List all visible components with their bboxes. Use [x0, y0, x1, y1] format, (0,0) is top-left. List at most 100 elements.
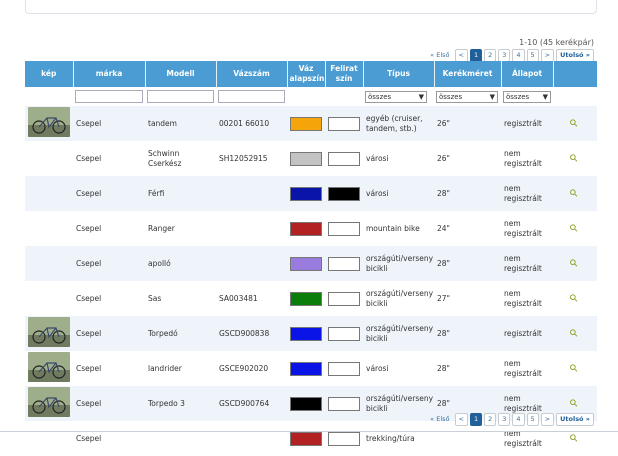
frame-color-cell: [287, 386, 325, 421]
frame-color-cell: [287, 106, 325, 141]
brand-cell: Csepel: [73, 211, 145, 246]
table-row[interactable]: Csepel apolló országúti/verseny bicikli 28"…: [25, 246, 597, 281]
col-header-status[interactable]: Állapot: [501, 61, 554, 87]
type-cell: országúti/verseny bicikli: [363, 281, 434, 316]
magnifier-icon[interactable]: ⚲: [568, 222, 581, 235]
bike-photo-thumbnail[interactable]: [28, 387, 70, 417]
model-filter-input[interactable]: [147, 90, 214, 103]
table-row[interactable]: Csepel Ranger mountain bike 24" nem regisztr…: [25, 211, 597, 246]
model-cell: Sas: [145, 281, 216, 316]
frame-color-swatch: [290, 116, 322, 131]
wheel-filter-select[interactable]: összes ▼: [436, 90, 498, 103]
text-color-swatch: [328, 221, 360, 236]
brand-cell: Csepel: [73, 316, 145, 351]
table-row[interactable]: Csepel trekking/túra nem regisztrált ⚲: [25, 421, 597, 456]
text-color-swatch: [328, 326, 360, 341]
frame-number-cell: GSCD900764: [216, 386, 287, 421]
col-header-brand[interactable]: márka: [73, 61, 146, 87]
type-cell: országúti/verseny bicikli: [363, 386, 434, 421]
magnifier-icon[interactable]: ⚲: [568, 257, 581, 270]
col-header-wheel-size[interactable]: Kerékméret: [434, 61, 502, 87]
wheel-size-cell: 28": [434, 176, 501, 211]
frame-number-cell: [216, 211, 287, 246]
pager-page-3[interactable]: 3: [498, 413, 511, 426]
brand-filter-input[interactable]: [75, 90, 143, 103]
pager-next-button[interactable]: >: [540, 413, 555, 426]
frame-color-swatch: [290, 361, 322, 376]
text-color-cell: [325, 211, 363, 246]
model-cell: Torpedó: [145, 316, 216, 351]
frame-color-cell: [287, 246, 325, 281]
result-count: 1-10 (45 kerékpár): [519, 38, 594, 47]
table-row[interactable]: Csepel Férfi városi 28" nem regisztrált ⚲: [25, 176, 597, 211]
details-cell: ⚲: [553, 106, 597, 141]
frame-number-cell: GSCE902020: [216, 351, 287, 386]
bike-photo-thumbnail[interactable]: [28, 107, 70, 137]
bike-photo-thumbnail[interactable]: [28, 352, 70, 382]
table-row[interactable]: Csepel landrider GSCE902020 városi 28" nem re…: [25, 351, 597, 386]
col-header-image[interactable]: kép: [25, 61, 74, 87]
magnifier-icon[interactable]: ⚲: [568, 362, 581, 375]
text-color-cell: [325, 106, 363, 141]
type-filter-select[interactable]: összes ▼: [365, 90, 427, 103]
wheel-size-cell: 24": [434, 211, 501, 246]
table-header-row: kép márka Modell Vázszám Váz alapszín Fe…: [25, 61, 597, 87]
brand-cell: Csepel: [73, 421, 145, 456]
col-header-text-color[interactable]: Felirat szín: [325, 61, 364, 87]
type-cell: városi: [363, 351, 434, 386]
pager-last-link[interactable]: Utolsó »: [556, 413, 594, 426]
pager-page-1[interactable]: 1: [469, 413, 483, 426]
pager-prev-button[interactable]: <: [454, 413, 468, 426]
status-filter-select[interactable]: összes ▼: [503, 90, 551, 103]
table-row[interactable]: Csepel tandem 00201 66010 egyéb (cruiser, t…: [25, 106, 597, 141]
model-cell: landrider: [145, 351, 216, 386]
type-cell: országúti/verseny bicikli: [363, 316, 434, 351]
details-cell: ⚲: [553, 316, 597, 351]
frame-filter-input[interactable]: [218, 90, 285, 103]
pager-page-2[interactable]: 2: [484, 413, 497, 426]
frame-color-cell: [287, 281, 325, 316]
type-cell: városi: [363, 141, 434, 176]
magnifier-icon[interactable]: ⚲: [568, 152, 581, 165]
pager-first-link[interactable]: « Első: [427, 50, 452, 61]
wheel-size-cell: 28": [434, 316, 501, 351]
pager-page-4[interactable]: 4: [512, 413, 525, 426]
bike-table: kép márka Modell Vázszám Váz alapszín Fe…: [25, 61, 597, 456]
status-cell: nem regisztrált: [501, 211, 553, 246]
bike-image-cell: [25, 106, 73, 141]
table-row[interactable]: Csepel Schwinn Cserkész SH12052915 városi 26…: [25, 141, 597, 176]
text-color-swatch: [328, 431, 360, 446]
magnifier-icon[interactable]: ⚲: [568, 432, 581, 445]
text-color-swatch: [328, 396, 360, 411]
status-cell: nem regisztrált: [501, 351, 553, 386]
bike-photo-thumbnail[interactable]: [28, 317, 70, 347]
bike-image-cell: [25, 211, 73, 246]
pager-first-link[interactable]: « Első: [427, 414, 452, 425]
pager-page-5[interactable]: 5: [526, 413, 539, 426]
table-row[interactable]: Csepel Sas SA003481 országúti/verseny bicik…: [25, 281, 597, 316]
col-header-frame-number[interactable]: Vázszám: [216, 61, 288, 87]
col-header-type[interactable]: Típus: [363, 61, 435, 87]
col-header-actions: [553, 61, 597, 87]
triangle-down-icon: ▼: [418, 92, 424, 101]
text-color-cell: [325, 141, 363, 176]
magnifier-icon[interactable]: ⚲: [568, 117, 581, 130]
bike-image-cell: [25, 386, 73, 421]
frame-number-cell: [216, 246, 287, 281]
frame-color-swatch: [290, 256, 322, 271]
table-row[interactable]: Csepel Torpedó GSCD900838 országúti/verseny…: [25, 316, 597, 351]
frame-number-cell: SH12052915: [216, 141, 287, 176]
magnifier-icon[interactable]: ⚲: [568, 187, 581, 200]
col-header-model[interactable]: Modell: [145, 61, 217, 87]
frame-color-swatch: [290, 186, 322, 201]
magnifier-icon[interactable]: ⚲: [568, 397, 581, 410]
divider: [0, 431, 618, 432]
model-cell: Ranger: [145, 211, 216, 246]
magnifier-icon[interactable]: ⚲: [568, 327, 581, 340]
details-cell: ⚲: [553, 421, 597, 456]
wheel-size-cell: 28": [434, 351, 501, 386]
magnifier-icon[interactable]: ⚲: [568, 292, 581, 305]
wheel-size-cell: [434, 421, 501, 456]
type-cell: trekking/túra: [363, 421, 434, 456]
col-header-frame-color[interactable]: Váz alapszín: [287, 61, 326, 87]
